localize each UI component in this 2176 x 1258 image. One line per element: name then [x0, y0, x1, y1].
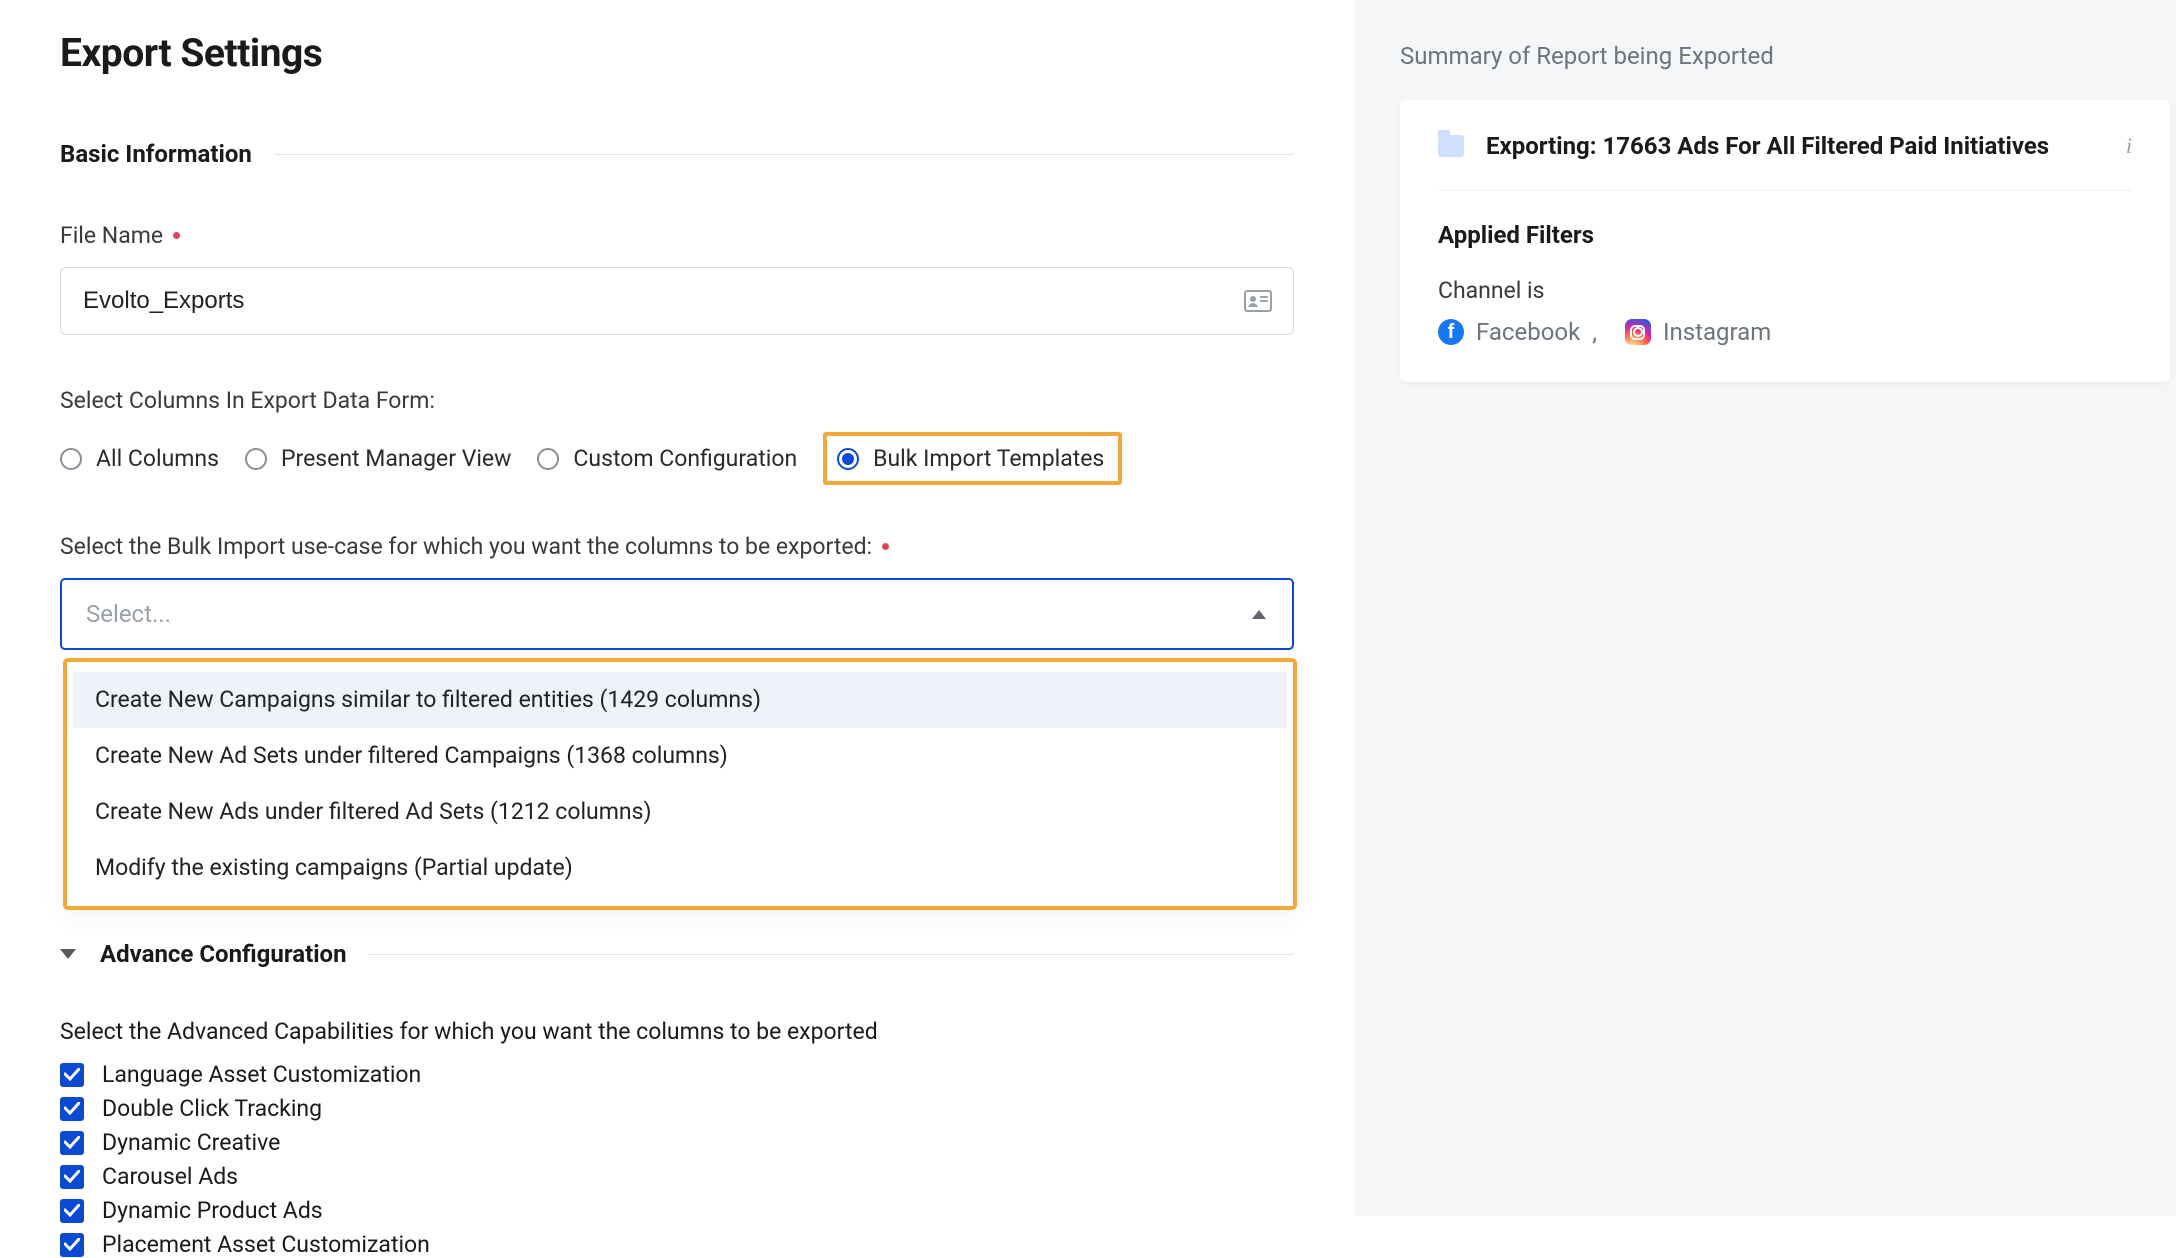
usecase-option-create-ads[interactable]: Create New Ads under filtered Ad Sets (1…	[73, 784, 1287, 840]
basic-info-section-header: Basic Information	[60, 140, 1294, 168]
advanced-instruction: Select the Advanced Capabilities for whi…	[60, 1018, 1294, 1045]
contact-card-icon	[1244, 290, 1272, 312]
columns-radio-group: All Columns Present Manager View Custom …	[60, 432, 1294, 485]
radio-selected-icon	[837, 448, 859, 470]
radio-icon	[60, 448, 82, 470]
checkbox-label: Dynamic Creative	[102, 1129, 280, 1156]
summary-title: Summary of Report being Exported	[1400, 42, 2176, 70]
page-title: Export Settings	[60, 30, 1294, 76]
usecase-option-modify-campaigns[interactable]: Modify the existing campaigns (Partial u…	[73, 840, 1287, 896]
file-name-label: File Name	[60, 222, 1294, 249]
usecase-select[interactable]: Select...	[60, 578, 1294, 650]
radio-all-columns[interactable]: All Columns	[60, 445, 219, 472]
section-caret-icon[interactable]	[60, 949, 76, 959]
usecase-option-create-adsets[interactable]: Create New Ad Sets under filtered Campai…	[73, 728, 1287, 784]
checkbox-label: Placement Asset Customization	[102, 1231, 430, 1258]
required-indicator-icon	[882, 543, 889, 550]
checkbox-language-asset[interactable]	[60, 1063, 84, 1087]
divider	[369, 954, 1294, 955]
advance-config-section-header: Advance Configuration	[60, 940, 1294, 968]
usecase-option-create-campaigns[interactable]: Create New Campaigns similar to filtered…	[73, 672, 1287, 728]
filter-channel-is: Channel is	[1438, 277, 2132, 304]
radio-bulk-import-templates[interactable]: Bulk Import Templates	[837, 445, 1104, 472]
facebook-icon: f	[1438, 319, 1464, 345]
checkbox-label: Double Click Tracking	[102, 1095, 322, 1122]
checkbox-label: Carousel Ads	[102, 1163, 238, 1190]
radio-custom-configuration[interactable]: Custom Configuration	[537, 445, 797, 472]
chevron-up-icon	[1252, 610, 1266, 619]
checkbox-dynamic-product-ads[interactable]	[60, 1199, 84, 1223]
summary-card: Exporting: 17663 Ads For All Filtered Pa…	[1400, 100, 2170, 382]
radio-bulk-import-highlight: Bulk Import Templates	[823, 432, 1122, 485]
instagram-icon	[1625, 319, 1651, 345]
required-indicator-icon	[173, 232, 180, 239]
folder-icon	[1438, 135, 1464, 157]
checkbox-placement-asset[interactable]	[60, 1233, 84, 1257]
usecase-label: Select the Bulk Import use-case for whic…	[60, 533, 1294, 560]
advance-config-label: Advance Configuration	[100, 940, 347, 968]
comma: ,	[1592, 318, 1597, 346]
radio-icon	[245, 448, 267, 470]
checkbox-label: Language Asset Customization	[102, 1061, 421, 1088]
info-icon[interactable]: i	[2126, 133, 2132, 159]
checkbox-double-click[interactable]	[60, 1097, 84, 1121]
channel-instagram: Instagram	[1663, 318, 1771, 346]
checkbox-dynamic-creative[interactable]	[60, 1131, 84, 1155]
file-name-input[interactable]	[60, 267, 1294, 335]
applied-filters-label: Applied Filters	[1438, 221, 2132, 249]
radio-icon	[537, 448, 559, 470]
radio-present-manager-view[interactable]: Present Manager View	[245, 445, 511, 472]
checkbox-carousel-ads[interactable]	[60, 1165, 84, 1189]
select-placeholder: Select...	[86, 600, 1252, 628]
usecase-dropdown: Create New Campaigns similar to filtered…	[63, 658, 1297, 910]
select-columns-label: Select Columns In Export Data Form:	[60, 387, 1294, 414]
channel-facebook: Facebook	[1476, 318, 1580, 346]
divider	[274, 154, 1294, 155]
basic-info-label: Basic Information	[60, 140, 252, 168]
checkbox-label: Dynamic Product Ads	[102, 1197, 323, 1224]
summary-head-text: Exporting: 17663 Ads For All Filtered Pa…	[1486, 132, 2104, 160]
